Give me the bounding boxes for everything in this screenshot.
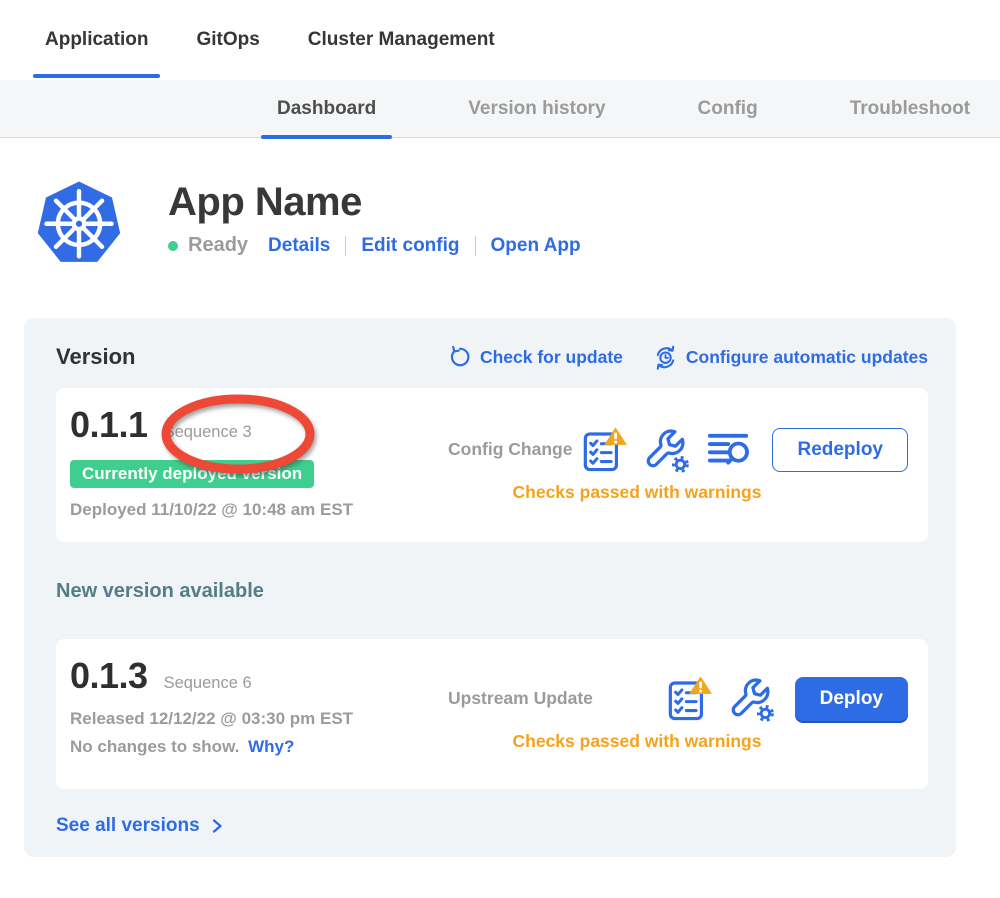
current-version-number: 0.1.1 [70,404,148,446]
view-files-icon[interactable] [706,427,752,473]
schedule-icon [653,345,678,370]
available-version-row: 0.1.3 Sequence 6 [70,655,406,697]
available-version-card: 0.1.3 Sequence 6 Released 12/12/22 @ 03:… [56,639,928,789]
no-changes-row: No changes to show. Why? [70,737,406,757]
version-panel-header: Version Check for update [56,344,928,370]
see-all-versions-link[interactable]: See all versions [56,815,226,837]
available-version-sequence: Sequence 6 [164,674,252,693]
current-checks-status: Checks passed with warnings [406,482,908,503]
admin-console-page: Application GitOps Cluster Management Da… [0,0,1000,898]
top-nav: Application GitOps Cluster Management [0,0,1000,80]
configure-automatic-updates-button[interactable]: Configure automatic updates [653,345,928,370]
current-version-actions: Config Change [406,404,908,524]
available-version-info: 0.1.3 Sequence 6 Released 12/12/22 @ 03:… [70,655,406,771]
divider [345,236,346,256]
version-panel-actions: Check for update Configure automatic upd… [448,345,928,370]
available-version-actions: Upstream Update [406,655,908,771]
version-panel-title: Version [56,344,135,370]
details-link[interactable]: Details [268,235,330,257]
new-version-heading: New version available [56,580,928,603]
available-version-number: 0.1.3 [70,655,148,697]
current-version-sequence: Sequence 3 [164,423,252,442]
refresh-icon [448,345,472,369]
chevron-right-icon [208,817,226,835]
deploy-button[interactable]: Deploy [795,677,908,721]
available-checks-status: Checks passed with warnings [406,731,908,752]
tab-dashboard[interactable]: Dashboard [261,80,392,138]
edit-config-icon[interactable] [644,427,690,473]
tab-cluster-management[interactable]: Cluster Management [308,0,495,80]
currently-deployed-badge: Currently deployed version [70,460,314,488]
app-header-text: App Name Ready Details Edit config Open … [168,178,581,266]
version-source-label: Upstream Update [448,688,593,709]
preflight-checks-warning-icon[interactable] [665,675,713,723]
current-version-info: 0.1.1 Sequence 3 Currently deployed vers… [70,404,406,524]
redeploy-button[interactable]: Redeploy [772,428,908,472]
configure-automatic-updates-label: Configure automatic updates [686,347,928,368]
divider [475,236,476,256]
version-source-label: Config Change [448,439,572,460]
edit-config-link[interactable]: Edit config [361,235,459,257]
released-timestamp: Released 12/12/22 @ 03:30 pm EST [70,709,406,729]
deployed-timestamp: Deployed 11/10/22 @ 10:48 am EST [70,500,406,520]
tab-application[interactable]: Application [45,0,148,80]
version-panel: Version Check for update [24,318,956,857]
app-header: App Name Ready Details Edit config Open … [35,178,1000,266]
tab-troubleshoot[interactable]: Troubleshoot [834,80,986,138]
tab-version-history[interactable]: Version history [452,80,621,138]
kubernetes-logo-icon [35,178,123,266]
app-name-title: App Name [168,180,581,224]
see-all-versions-label: See all versions [56,815,200,837]
app-status-label: Ready [188,234,248,257]
why-link[interactable]: Why? [248,737,294,756]
check-for-update-button[interactable]: Check for update [448,345,623,369]
check-for-update-label: Check for update [480,347,623,368]
preflight-checks-warning-icon[interactable] [580,426,628,474]
sub-nav: Dashboard Version history Config Trouble… [0,80,1000,138]
ready-status-dot-icon [168,241,178,251]
available-version-icons [665,675,775,723]
current-version-card: 0.1.1 Sequence 3 Currently deployed vers… [56,388,928,542]
tab-config[interactable]: Config [682,80,774,138]
no-changes-text: No changes to show. [70,737,239,756]
current-version-row: 0.1.1 Sequence 3 [70,404,406,446]
tab-gitops[interactable]: GitOps [196,0,259,80]
current-version-icons [580,426,752,474]
open-app-link[interactable]: Open App [491,235,581,257]
edit-config-icon[interactable] [729,676,775,722]
app-status-row: Ready Details Edit config Open App [168,234,581,257]
